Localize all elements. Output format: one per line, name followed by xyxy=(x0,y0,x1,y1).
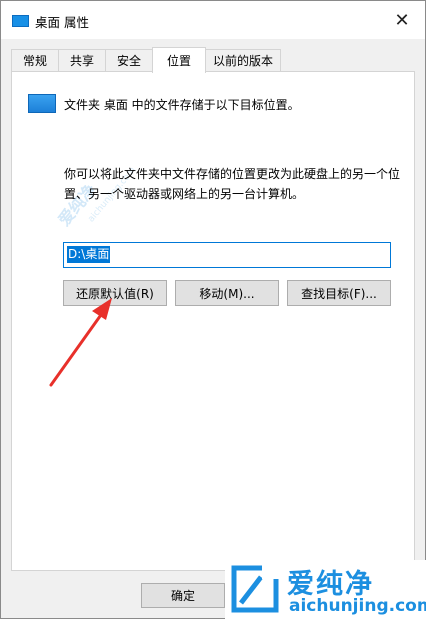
title-bar: 桌面 属性 ✕ xyxy=(1,1,425,39)
brand-logo-block: 爱纯净 aichunjing.com xyxy=(225,560,426,619)
location-path-value: D:\桌面 xyxy=(67,246,111,263)
brand-logo-icon xyxy=(231,565,279,613)
location-info-text: 文件夹 桌面 中的文件存储于以下目标位置。 xyxy=(64,98,300,112)
tab-security[interactable]: 安全 xyxy=(105,49,153,71)
tab-location[interactable]: 位置 xyxy=(152,47,206,73)
brand-name-en: aichunjing.com xyxy=(289,596,426,616)
location-description: 你可以将此文件夹中文件存储的位置更改为此硬盘上的另一个位置、另一个驱动器或网络上… xyxy=(64,167,401,201)
tab-general[interactable]: 常规 xyxy=(11,49,59,71)
ok-button[interactable]: 确定 xyxy=(141,583,225,608)
location-panel: 文件夹 桌面 中的文件存储于以下目标位置。 爱纯净 aichunjing.com… xyxy=(11,71,415,571)
close-button[interactable]: ✕ xyxy=(379,1,425,39)
properties-window: 桌面 属性 ✕ 常规 共享 安全 位置 以前的版本 文件夹 桌面 中的文件存储于… xyxy=(0,0,426,619)
restore-default-button[interactable]: 还原默认值(R) xyxy=(63,280,167,306)
folder-icon xyxy=(12,15,29,27)
location-path-input[interactable]: D:\桌面 xyxy=(63,242,391,268)
find-target-button[interactable]: 查找目标(F)... xyxy=(287,280,391,306)
move-button[interactable]: 移动(M)... xyxy=(175,280,279,306)
window-title: 桌面 属性 xyxy=(35,15,89,30)
tab-sharing[interactable]: 共享 xyxy=(58,49,106,71)
tab-previous-versions[interactable]: 以前的版本 xyxy=(205,49,281,71)
desktop-folder-icon xyxy=(28,94,56,113)
